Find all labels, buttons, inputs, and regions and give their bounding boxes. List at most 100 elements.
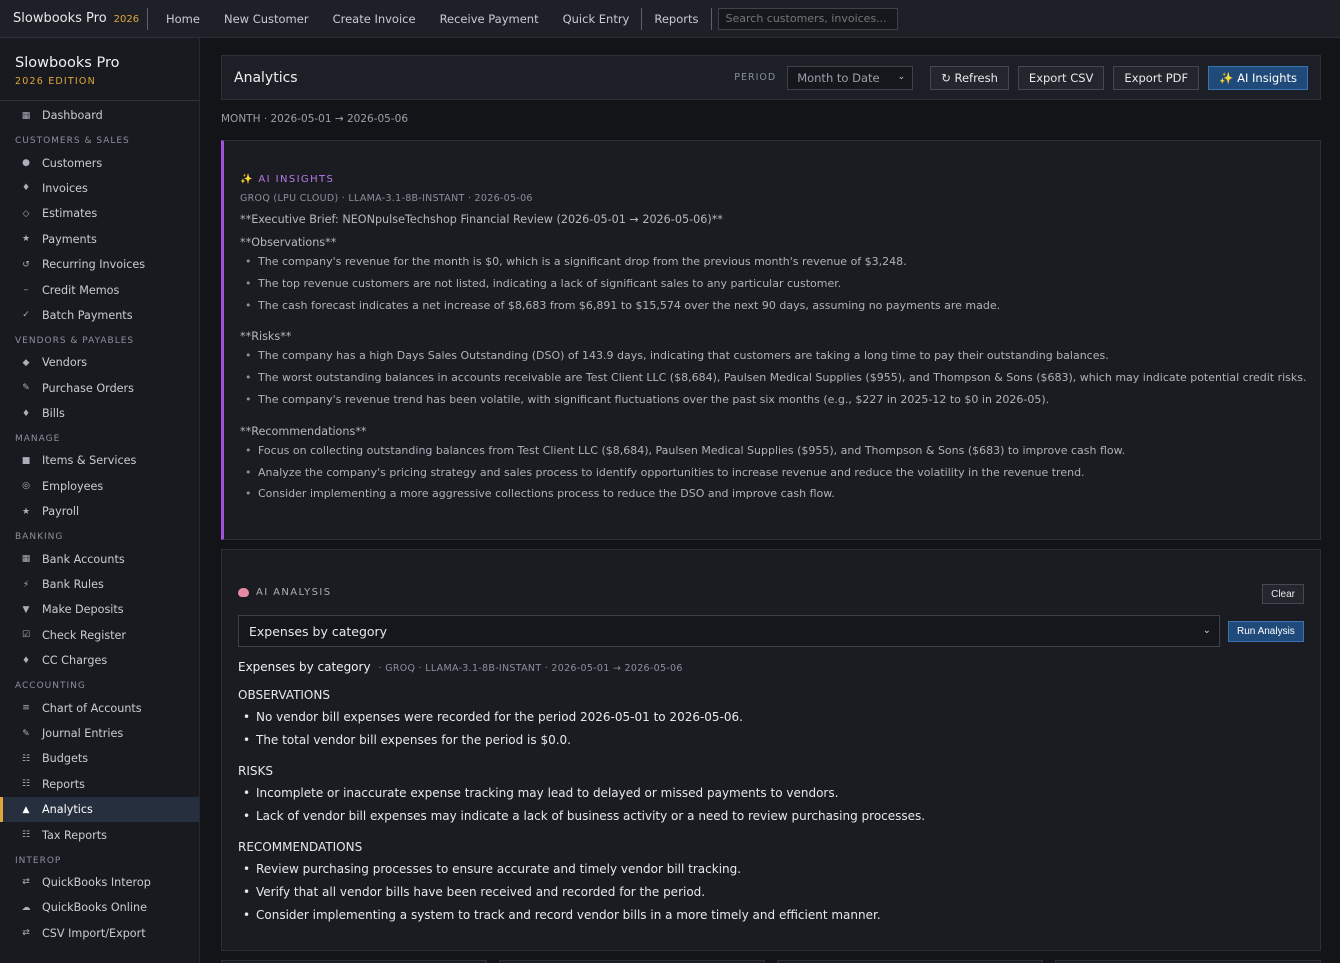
list-item: The total vendor bill expenses for the p… — [238, 733, 1298, 756]
refresh-button[interactable]: ↻ Refresh — [930, 65, 1009, 90]
sidebar-item-payments[interactable]: ★ Payments — [0, 227, 199, 252]
ai-insights-title: ✨ AI INSIGHTS — [240, 174, 335, 185]
sidebar-item-batch-payments[interactable]: ✓ Batch Payments — [0, 303, 199, 328]
sidebar-item-employees[interactable]: ◎ Employees — [0, 474, 199, 499]
sidebar-item-chart-of-accounts[interactable]: ≡ Chart of Accounts — [0, 695, 199, 720]
sidebar-item-label: QuickBooks Interop — [42, 875, 151, 889]
journal-icon: ✎ — [22, 728, 30, 739]
sidebar-item-reports[interactable]: ☷ Reports — [0, 772, 199, 797]
sidebar-item-label: Analytics — [42, 803, 93, 817]
sidebar-item-tax-reports[interactable]: ☷ Tax Reports — [0, 822, 199, 847]
analysis-select-value: Expenses by category — [249, 623, 388, 639]
sidebar-item-label: Payroll — [42, 505, 80, 519]
dashboard-icon: ▦ — [21, 110, 31, 121]
sidebar-group-label: MANAGE — [15, 434, 61, 445]
sidebar-item-label: Items & Services — [42, 454, 137, 468]
sidebar-item-cc-charges[interactable]: ♦ CC Charges — [0, 648, 199, 673]
top-nav-link[interactable]: Quick Entry — [563, 12, 630, 26]
sidebar-group-label: ACCOUNTING — [15, 681, 86, 692]
sidebar-item-bank-rules[interactable]: ⚡ Bank Rules — [0, 572, 199, 597]
sidebar-item-label: Recurring Invoices — [42, 258, 146, 272]
sidebar-item-label: Purchase Orders — [42, 381, 134, 395]
sidebar-item-vendors[interactable]: ◆ Vendors — [0, 350, 199, 375]
ai-insights-button[interactable]: ✨ AI Insights — [1208, 65, 1308, 90]
top-nav-link[interactable]: Create Invoice — [333, 12, 416, 26]
ai-insights-card: ✨ AI INSIGHTS GROQ (LPU CLOUD) · LLAMA-3… — [221, 140, 1321, 540]
sidebar-item-label: Tax Reports — [42, 828, 107, 842]
analysis-section-heading: RISKS — [238, 764, 273, 778]
purchase-orders-icon: ✎ — [22, 383, 30, 394]
analysis-result-header: Expenses by category · GROQ · LLAMA-3.1-… — [238, 660, 683, 674]
chart-of-accounts-icon: ≡ — [22, 703, 30, 714]
page-header: Analytics PERIOD Month to Date ⌄ ↻ Refre… — [221, 55, 1321, 100]
budgets-icon: ☷ — [21, 753, 31, 764]
insights-section-heading: **Observations** — [240, 236, 337, 249]
sidebar-item-recurring-invoices[interactable]: ↺ Recurring Invoices — [0, 252, 199, 277]
list-item: Lack of vendor bill expenses may indicat… — [238, 809, 1298, 832]
sidebar-item-quickbooks-interop[interactable]: ⇄ QuickBooks Interop — [0, 870, 199, 895]
analysis-type-select[interactable]: Expenses by category ⌄ — [238, 615, 1220, 647]
sidebar-item-label: Estimates — [42, 207, 98, 221]
sidebar-item-label: Budgets — [42, 752, 89, 766]
sidebar-item-label: Invoices — [42, 181, 88, 195]
top-nav-secondary: Reports — [642, 12, 710, 26]
insights-list: Focus on collecting outstanding balances… — [240, 444, 1304, 509]
sidebar-item-label: Chart of Accounts — [42, 701, 142, 715]
sidebar-header: Slowbooks Pro 2026 EDITION — [0, 38, 199, 101]
csv-icon: ⇄ — [22, 928, 30, 939]
sidebar-item-label: Reports — [42, 777, 85, 791]
sidebar-item-quickbooks-online[interactable]: ☁ QuickBooks Online — [0, 895, 199, 920]
sidebar-item-analytics[interactable]: ▲ Analytics — [0, 796, 199, 823]
sidebar-item-csv-import-export[interactable]: ⇄ CSV Import/Export — [0, 921, 199, 946]
top-nav-link-reports[interactable]: Reports — [654, 12, 698, 26]
sidebar-item-check-register[interactable]: ☑ Check Register — [0, 623, 199, 648]
insights-list: The company has a high Days Sales Outsta… — [240, 349, 1307, 415]
sidebar-item-bills[interactable]: ♦ Bills — [0, 401, 199, 426]
ai-analysis-title: AI ANALYSIS — [256, 587, 332, 598]
global-search-input[interactable] — [717, 7, 898, 30]
run-analysis-button[interactable]: Run Analysis — [1228, 621, 1304, 642]
sidebar-item-credit-memos[interactable]: – Credit Memos — [0, 277, 199, 302]
sidebar-item-label: Journal Entries — [42, 727, 124, 740]
sidebar-group-label: CUSTOMERS & SALES — [15, 136, 130, 147]
analysis-section-heading: OBSERVATIONS — [238, 688, 330, 702]
insights-list: The company's revenue for the month is $… — [240, 255, 1304, 320]
sidebar-item-customers[interactable]: ● Customers — [0, 150, 199, 175]
clear-button[interactable]: Clear — [1262, 584, 1304, 604]
qb-interop-icon: ⇄ — [22, 877, 30, 888]
sidebar-item-label: Bills — [42, 407, 65, 421]
sidebar-item-label: Payments — [42, 232, 97, 246]
export-pdf-button[interactable]: Export PDF — [1113, 65, 1200, 90]
list-item: Verify that all vendor bills have been r… — [238, 885, 1298, 908]
sidebar-item-make-deposits[interactable]: ▼ Make Deposits — [0, 597, 199, 622]
bank-rules-icon: ⚡ — [22, 579, 30, 590]
sidebar-item-bank-accounts[interactable]: ▦ Bank Accounts — [0, 546, 199, 571]
sidebar-item-budgets[interactable]: ☷ Budgets — [0, 746, 199, 771]
sidebar-item-journal-entries[interactable]: ✎ Journal Entries — [0, 721, 199, 746]
sidebar-item-items-services[interactable]: ■ Items & Services — [0, 448, 199, 473]
sidebar-edition: 2026 EDITION — [15, 76, 96, 87]
sidebar-item-invoices[interactable]: ♦ Invoices — [0, 176, 199, 201]
export-csv-button[interactable]: Export CSV — [1017, 65, 1105, 90]
chevron-down-icon: ⌄ — [1202, 625, 1211, 636]
top-nav-link[interactable]: Home — [166, 12, 200, 26]
list-item: Analyze the company's pricing strategy a… — [240, 466, 1304, 488]
list-item: The top revenue customers are not listed… — [240, 277, 1304, 299]
list-item: Consider implementing a system to track … — [238, 908, 1298, 931]
top-nav-link[interactable]: Receive Payment — [440, 12, 539, 26]
sidebar-item-purchase-orders[interactable]: ✎ Purchase Orders — [0, 376, 199, 401]
top-nav-link[interactable]: New Customer — [224, 12, 309, 26]
period-select[interactable]: Month to Date ⌄ — [787, 65, 914, 90]
sidebar-item-label: CSV Import/Export — [42, 926, 146, 940]
sidebar-item-payroll[interactable]: ★ Payroll — [0, 499, 199, 524]
ai-insights-sections: **Observations** The company's revenue fo… — [240, 236, 1307, 509]
list-item: The company's revenue trend has been vol… — [240, 393, 1304, 415]
sidebar-item-estimates[interactable]: ◇ Estimates — [0, 201, 199, 226]
payroll-icon: ★ — [21, 506, 31, 517]
employees-icon: ◎ — [22, 481, 30, 492]
insights-section-heading: **Recommendations** — [240, 424, 367, 438]
sidebar-item-label: Bank Accounts — [42, 552, 125, 566]
sidebar-title: Slowbooks Pro — [15, 55, 120, 71]
brand[interactable]: Slowbooks Pro 2026 — [0, 11, 147, 26]
sidebar-item-dashboard[interactable]: ▦ Dashboard — [0, 103, 199, 128]
